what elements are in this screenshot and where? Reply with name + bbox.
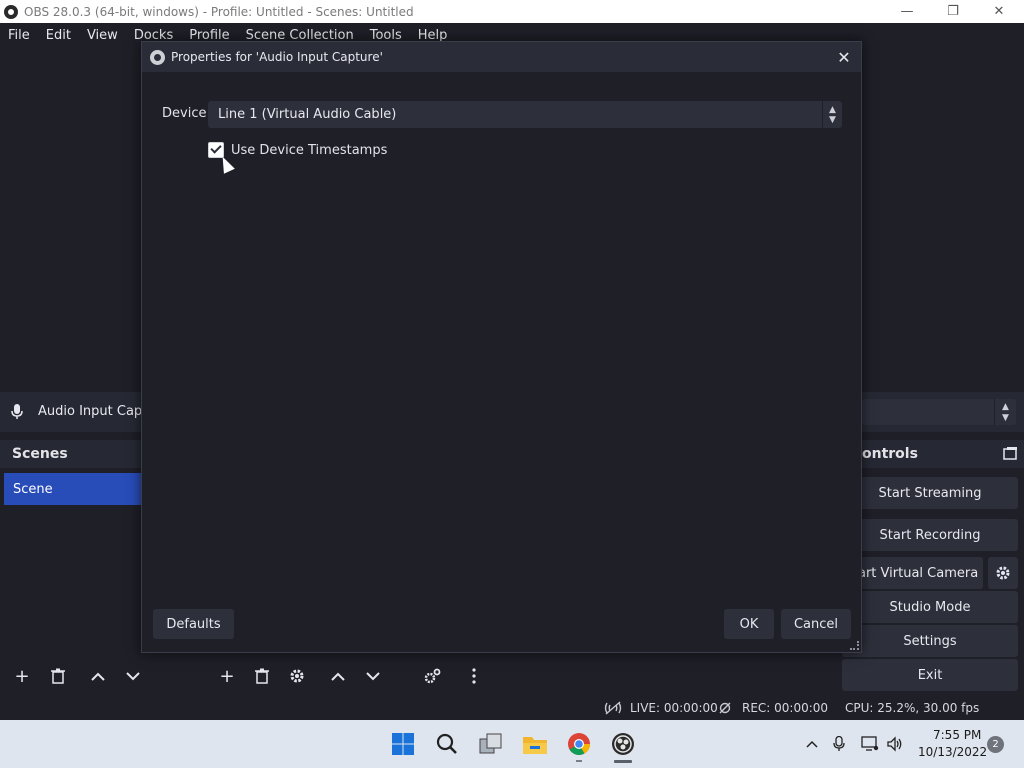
- mixer-menu-button[interactable]: [459, 663, 489, 689]
- scenes-title: Scenes: [12, 446, 68, 462]
- microphone-icon: [11, 404, 23, 419]
- windows-start-icon[interactable]: [389, 730, 417, 758]
- obs-app-icon: [4, 4, 18, 19]
- exit-button[interactable]: Exit: [842, 659, 1018, 691]
- maximize-button[interactable]: ❐: [930, 0, 976, 23]
- live-time: LIVE: 00:00:00: [630, 701, 718, 715]
- use-device-timestamps-label[interactable]: Use Device Timestamps: [231, 143, 387, 158]
- settings-button[interactable]: Settings: [842, 625, 1018, 657]
- gears-icon: [424, 668, 441, 684]
- resize-grip-icon[interactable]: [850, 641, 859, 650]
- live-signal-icon: [604, 701, 622, 715]
- chevron-down-icon: [126, 671, 140, 680]
- start-recording-button[interactable]: Start Recording: [842, 519, 1018, 551]
- checkmark-icon: [210, 142, 222, 154]
- status-bar: LIVE: 00:00:00 REC: 00:00:00 CPU: 25.2%,…: [0, 695, 1024, 721]
- obs-active-indicator: [614, 760, 632, 763]
- rec-icon: [719, 702, 731, 714]
- add-scene-button[interactable]: +: [7, 663, 37, 689]
- trash-icon: [51, 668, 65, 684]
- window-titlebar: OBS 28.0.3 (64-bit, windows) - Profile: …: [0, 0, 1024, 23]
- scene-item-label: Scene: [13, 481, 53, 497]
- rec-time: REC: 00:00:00: [742, 701, 829, 715]
- chrome-icon[interactable]: [565, 730, 593, 758]
- use-device-timestamps-checkbox[interactable]: [208, 142, 224, 158]
- ok-button[interactable]: OK: [724, 609, 774, 639]
- audio-device-combo[interactable]: ▲ ▼: [862, 399, 1016, 425]
- select-arrows-icon: ▲ ▼: [822, 101, 842, 128]
- defaults-button[interactable]: Defaults: [153, 609, 234, 639]
- menu-file[interactable]: File: [0, 28, 38, 43]
- controls-dock-header: ontrols: [862, 440, 1024, 468]
- vertical-dots-icon: [472, 668, 476, 684]
- device-label: Device: [162, 106, 207, 121]
- notification-badge[interactable]: 2: [987, 736, 1004, 753]
- task-view-icon[interactable]: [477, 730, 505, 758]
- dialog-close-button[interactable]: ✕: [833, 46, 855, 68]
- minimize-button[interactable]: —: [884, 0, 930, 23]
- scene-down-button[interactable]: [118, 663, 148, 689]
- chevron-up-icon: [91, 672, 105, 681]
- menu-edit[interactable]: Edit: [38, 28, 79, 43]
- gear-icon: [996, 566, 1010, 580]
- close-window-button[interactable]: ✕: [976, 0, 1022, 23]
- menu-view[interactable]: View: [79, 28, 126, 43]
- remove-source-button[interactable]: [247, 663, 277, 689]
- start-virtual-camera-button[interactable]: art Virtual Camera: [842, 557, 983, 589]
- properties-dialog: Properties for 'Audio Input Capture' ✕ D…: [141, 41, 862, 653]
- search-icon[interactable]: [433, 730, 461, 758]
- clock-time[interactable]: 7:55 PM: [933, 728, 981, 742]
- network-icon[interactable]: [856, 730, 884, 758]
- cpu-fps: CPU: 25.2%, 30.00 fps: [845, 701, 980, 715]
- window-title: OBS 28.0.3 (64-bit, windows) - Profile: …: [24, 4, 414, 19]
- dialog-titlebar: Properties for 'Audio Input Capture' ✕: [142, 42, 861, 72]
- trash-icon: [255, 668, 269, 684]
- studio-mode-button[interactable]: Studio Mode: [842, 591, 1018, 623]
- source-properties-button[interactable]: [282, 663, 312, 689]
- source-up-button[interactable]: [323, 663, 353, 689]
- file-explorer-icon[interactable]: [521, 730, 549, 758]
- clock-date[interactable]: 10/13/2022: [918, 745, 987, 759]
- start-streaming-button[interactable]: Start Streaming: [842, 477, 1018, 509]
- remove-scene-button[interactable]: [43, 663, 73, 689]
- controls-title: ontrols: [862, 446, 918, 462]
- volume-icon[interactable]: [881, 730, 909, 758]
- add-source-button[interactable]: +: [212, 663, 242, 689]
- dialog-title: Properties for 'Audio Input Capture': [171, 50, 383, 64]
- chevron-up-icon: [331, 672, 345, 681]
- source-name: Audio Input Capt: [38, 404, 148, 419]
- updown-arrows-icon: ▲ ▼: [994, 399, 1016, 425]
- source-down-button[interactable]: [358, 663, 388, 689]
- device-select[interactable]: Line 1 (Virtual Audio Cable) ▲ ▼: [208, 101, 842, 128]
- virtual-camera-settings-button[interactable]: [988, 557, 1018, 589]
- chrome-running-indicator: [576, 760, 582, 762]
- cancel-button[interactable]: Cancel: [781, 609, 851, 639]
- device-value: Line 1 (Virtual Audio Cable): [218, 107, 397, 122]
- obs-icon[interactable]: [609, 730, 637, 758]
- chevron-down-icon: [366, 671, 380, 680]
- undock-icon[interactable]: [1003, 446, 1018, 461]
- gear-icon: [290, 669, 304, 683]
- show-hidden-icons-icon[interactable]: [798, 730, 826, 758]
- scenes-dock-header: Scenes: [0, 440, 141, 468]
- advanced-audio-button[interactable]: [418, 663, 448, 689]
- scene-up-button[interactable]: [83, 663, 113, 689]
- obs-dialog-icon: [150, 49, 165, 65]
- tray-microphone-icon[interactable]: [825, 730, 853, 758]
- scene-list-item[interactable]: Scene: [4, 473, 141, 505]
